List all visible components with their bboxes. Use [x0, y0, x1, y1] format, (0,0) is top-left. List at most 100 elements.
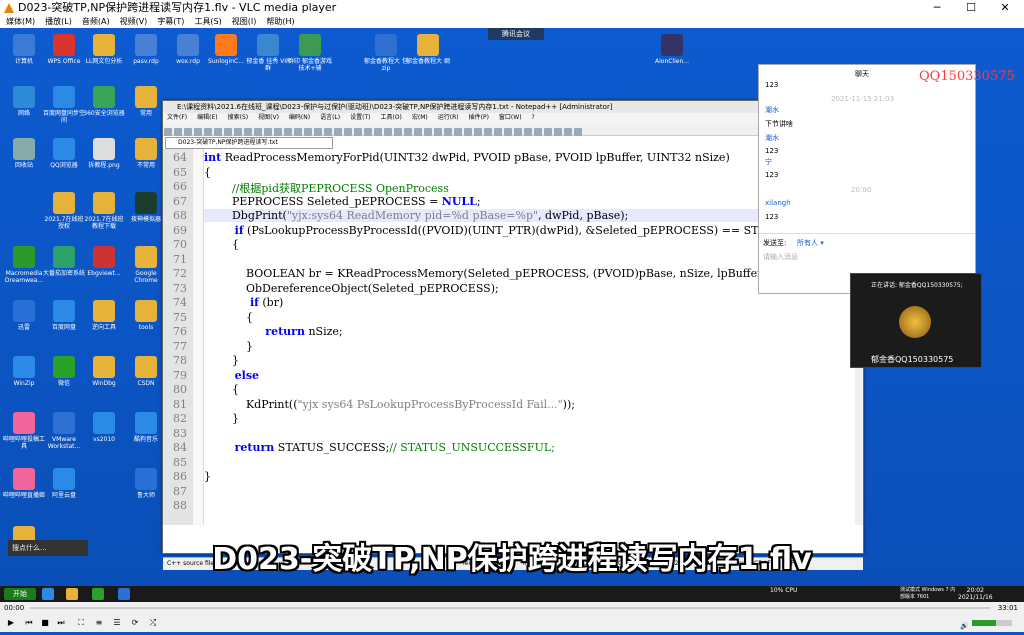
npp-menu-item[interactable]: ? [532, 114, 535, 121]
npp-toolbar-button[interactable] [544, 128, 552, 136]
npp-toolbar-button[interactable] [504, 128, 512, 136]
code-line[interactable]: } [204, 412, 239, 425]
npp-toolbar-button[interactable] [434, 128, 442, 136]
desktop-icon[interactable]: LL网文包分析 [82, 34, 126, 65]
code-line[interactable]: PEPROCESS Seleted_pEPROCESS = NULL; [204, 195, 481, 208]
code-line[interactable]: } [204, 354, 239, 367]
npp-menu-item[interactable]: 搜索(S) [228, 114, 249, 121]
desktop-icon[interactable]: Macromedia Dreamwea... [2, 246, 46, 284]
minimize-button[interactable]: ─ [920, 0, 954, 16]
desktop-icon[interactable]: WPS Office [42, 34, 86, 65]
npp-toolbar-button[interactable] [484, 128, 492, 136]
desktop-icon[interactable]: 回收站 [2, 138, 46, 169]
npp-toolbar-button[interactable] [324, 128, 332, 136]
desktop-icon[interactable]: 哔哩哔哩投稿工具 [2, 412, 46, 450]
npp-toolbar-button[interactable] [234, 128, 242, 136]
desktop-icon[interactable]: pasv.rdp [124, 34, 168, 65]
npp-toolbar-button[interactable] [274, 128, 282, 136]
desktop-icon[interactable]: 计算机 [2, 34, 46, 65]
desktop-icon[interactable]: 360安全浏览器 [82, 86, 126, 117]
npp-toolbar-button[interactable] [384, 128, 392, 136]
desktop-icon[interactable]: 逆向工具 [82, 300, 126, 331]
npp-menu-item[interactable]: 编辑(E) [197, 114, 217, 121]
npp-toolbar-button[interactable] [404, 128, 412, 136]
vlc-menu-item[interactable]: 字幕(T) [157, 16, 184, 28]
code-line[interactable]: BOOLEAN br = KReadProcessMemory(Seleted_… [204, 267, 770, 280]
extended-settings-icon[interactable]: ≡ [92, 614, 106, 632]
meeting-icon[interactable] [118, 588, 130, 600]
npp-toolbar-button[interactable] [554, 128, 562, 136]
loop-icon[interactable]: ⟳ [128, 614, 142, 632]
close-button[interactable]: ✕ [988, 0, 1022, 16]
desktop-icon[interactable]: 郁金香 挂秀 VIP群 [246, 34, 290, 72]
playlist-icon[interactable]: ☰ [110, 614, 124, 632]
chat-input[interactable]: 请输入消息 [763, 252, 798, 262]
npp-toolbar-button[interactable] [344, 128, 352, 136]
npp-toolbar-button[interactable] [454, 128, 462, 136]
npp-toolbar-button[interactable] [524, 128, 532, 136]
code-line[interactable]: } [204, 340, 253, 353]
desktop-icon[interactable]: 群印 郁金香游戏技术+辅 [288, 34, 332, 72]
vlc-menu-item[interactable]: 视图(I) [232, 16, 257, 28]
desktop-icon[interactable]: VMware Workstat... [42, 412, 86, 450]
stop-icon[interactable]: ■ [38, 614, 52, 632]
code-line[interactable]: return STATUS_SUCCESS;// STATUS_UNSUCCES… [204, 441, 555, 454]
meeting-badge[interactable]: 腾讯会议 [488, 28, 544, 40]
npp-toolbar-button[interactable] [374, 128, 382, 136]
code-line[interactable]: int ReadProcessMemoryForPid(UINT32 dwPid… [204, 151, 730, 164]
desktop-icon[interactable]: 郁金香教程大 包 zip [364, 34, 408, 72]
npp-toolbar-button[interactable] [174, 128, 182, 136]
npp-toolbar-button[interactable] [214, 128, 222, 136]
npp-toolbar-button[interactable] [294, 128, 302, 136]
fullscreen-icon[interactable]: ⛶ [74, 614, 88, 632]
desktop-icon[interactable]: 网络 [2, 86, 46, 117]
npp-toolbar-button[interactable] [244, 128, 252, 136]
vlc-seekbar[interactable]: 00:00 33:01 [0, 602, 1024, 614]
maximize-button[interactable]: ☐ [954, 0, 988, 16]
desktop-icon[interactable]: 郁金香教程大 纲 [406, 34, 450, 65]
npp-toolbar-button[interactable] [474, 128, 482, 136]
code-line[interactable]: { [204, 311, 253, 324]
desktop-icon[interactable]: 迅雷 [2, 300, 46, 331]
npp-toolbar-button[interactable] [164, 128, 172, 136]
speaker-icon[interactable]: 🔊 [960, 617, 969, 635]
npp-toolbar-button[interactable] [564, 128, 572, 136]
baidu-netdisk-icon[interactable] [42, 588, 54, 600]
desktop-icon[interactable]: SunloginC... [204, 34, 248, 65]
desktop-icon[interactable]: QQ浏览器 [42, 138, 86, 169]
next-icon[interactable]: ⏭ [54, 614, 68, 632]
desktop-icon[interactable]: vs2010 [82, 412, 126, 443]
npp-toolbar-button[interactable] [494, 128, 502, 136]
npp-menu-item[interactable]: 视图(V) [258, 114, 279, 121]
npp-file-tab[interactable]: D023-突破TP,NP保护跨进程读写.txt [165, 137, 333, 149]
send-to-dropdown[interactable]: 所有人 ▾ [797, 238, 824, 248]
npp-toolbar-button[interactable] [444, 128, 452, 136]
npp-menu-item[interactable]: 运行(R) [438, 114, 459, 121]
desktop-icon[interactable]: 大番茄加密系统 [42, 246, 86, 277]
start-button[interactable]: 开始 [4, 588, 36, 600]
npp-toolbar-button[interactable] [334, 128, 342, 136]
vlc-menu-item[interactable]: 视频(V) [120, 16, 148, 28]
code-line[interactable]: ObDereferenceObject(Seleted_pEPROCESS); [204, 282, 499, 295]
chat-panel[interactable]: 聊天 QQ150330575 2021-11-15 21:03 20:00 12… [758, 64, 1015, 294]
desktop-icon[interactable]: 2021.7在线班 教程下载 [82, 192, 126, 230]
play-icon[interactable]: ▶ [4, 614, 18, 632]
desktop-icon[interactable]: WinDbg [82, 356, 126, 387]
desktop-icon[interactable]: 百度网盘 [42, 300, 86, 331]
npp-toolbar-button[interactable] [534, 128, 542, 136]
explorer-icon[interactable] [66, 588, 78, 600]
vlc-menu-item[interactable]: 音频(A) [82, 16, 110, 28]
npp-toolbar-button[interactable] [574, 128, 582, 136]
volume-slider[interactable] [972, 620, 1012, 626]
vlc-menu-item[interactable]: 媒体(M) [6, 16, 35, 28]
code-line[interactable]: if (PsLookupProcessByProcessId((PVOID)(U… [204, 224, 803, 237]
npp-toolbar-button[interactable] [354, 128, 362, 136]
desktop-icon[interactable]: 阿里云盘 [42, 468, 86, 499]
npp-toolbar-button[interactable] [254, 128, 262, 136]
npp-toolbar-button[interactable] [314, 128, 322, 136]
vlc-menu-item[interactable]: 工具(S) [194, 16, 221, 28]
npp-toolbar-button[interactable] [364, 128, 372, 136]
previous-icon[interactable]: ⏮ [22, 614, 36, 632]
npp-toolbar-button[interactable] [464, 128, 472, 136]
npp-menu-item[interactable]: 宏(M) [412, 114, 428, 121]
